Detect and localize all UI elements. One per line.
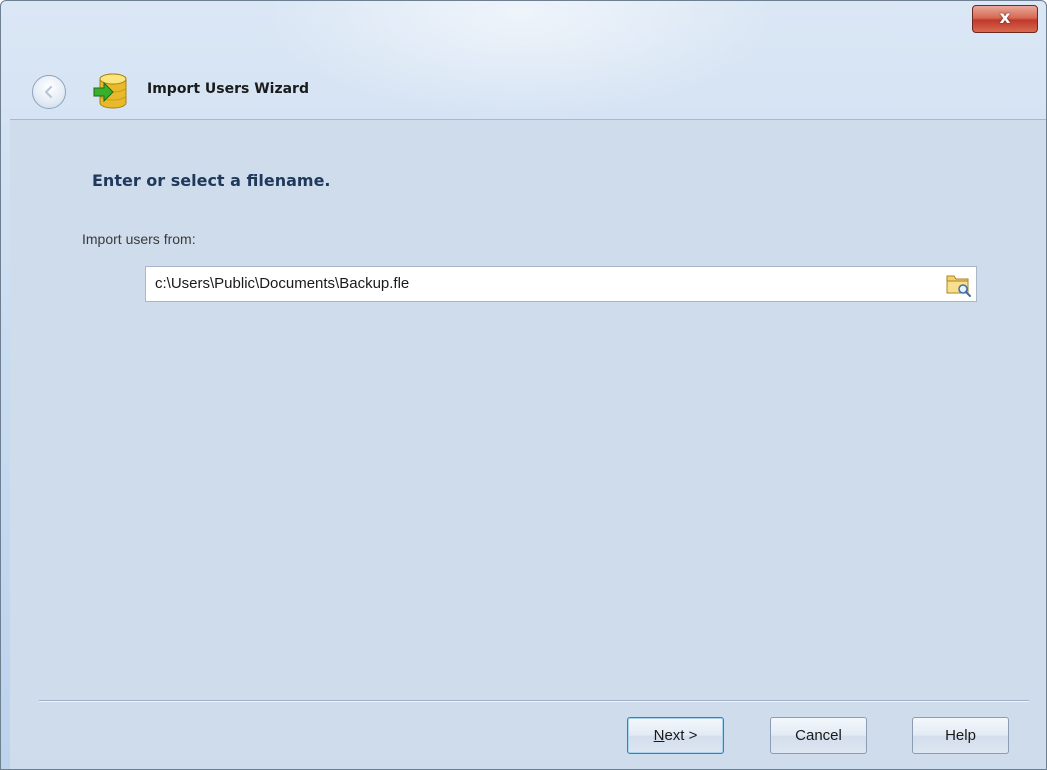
back-arrow-icon — [44, 85, 53, 99]
import-from-label: Import users from: — [82, 231, 196, 247]
next-label: ext > — [664, 727, 698, 744]
footer-divider — [39, 700, 1029, 702]
wizard-title: Import Users Wizard — [147, 81, 309, 97]
wizard-content: Enter or select a filename. Import users… — [10, 119, 1046, 769]
close-button[interactable]: x — [972, 5, 1038, 33]
folder-browse-icon[interactable] — [943, 270, 973, 298]
next-button[interactable]: Next > — [627, 717, 724, 754]
back-button[interactable] — [32, 75, 66, 109]
next-mnemonic: N — [653, 727, 665, 744]
file-path-value[interactable]: c:\Users\Public\Documents\Backup.fle — [155, 275, 409, 292]
cancel-button[interactable]: Cancel — [770, 717, 867, 754]
database-import-icon — [93, 73, 127, 109]
wizard-header: Import Users Wizard — [1, 63, 1046, 119]
wizard-window: x Import Users Wizard Enter or select a … — [0, 0, 1047, 770]
help-button[interactable]: Help — [912, 717, 1009, 754]
file-path-input[interactable]: c:\Users\Public\Documents\Backup.fle — [145, 266, 977, 302]
page-heading: Enter or select a filename. — [92, 171, 331, 190]
